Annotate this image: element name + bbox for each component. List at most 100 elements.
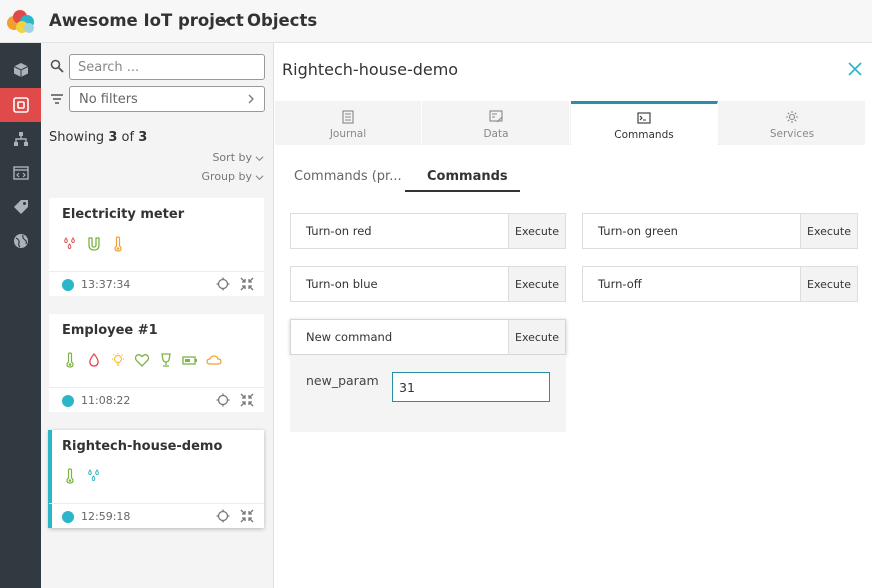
- group-by-label: Group by: [201, 170, 252, 183]
- collapse-icon[interactable]: [240, 509, 254, 523]
- execute-button[interactable]: Execute: [508, 320, 565, 354]
- command-label: Turn-on red: [306, 224, 372, 238]
- globe-icon: [13, 234, 28, 248]
- nav-item-objects[interactable]: [0, 88, 41, 122]
- last-update-time: 12:59:18: [81, 510, 131, 523]
- tab-label: Journal: [329, 128, 367, 140]
- showing-of: of: [121, 130, 135, 145]
- param-label: new_param: [306, 373, 379, 388]
- filter-text: No filters: [79, 92, 138, 107]
- command-label: Turn-off: [598, 277, 642, 291]
- tag-icon: [13, 200, 28, 214]
- filter-select[interactable]: No filters: [69, 86, 265, 112]
- cloud-icon: [206, 355, 222, 365]
- nav-item-code[interactable]: [0, 156, 41, 190]
- nav-item-models[interactable]: [0, 53, 41, 87]
- status-dot: [62, 279, 74, 291]
- app-root: Awesome IoT project Objects Search ... N…: [0, 0, 872, 588]
- sensor-icons: [62, 236, 126, 252]
- chevron-down-icon[interactable]: [219, 14, 231, 26]
- hierarchy-icon: [13, 132, 28, 146]
- object-card-rightech-house-demo[interactable]: Rightech-house-demo 12:59:18: [48, 430, 264, 528]
- execute-button[interactable]: Execute: [800, 267, 857, 301]
- chevron-down-icon: [255, 174, 264, 180]
- tab-label: Services: [769, 128, 815, 140]
- status-dot: [62, 395, 74, 407]
- tab-label: Commands: [614, 129, 674, 141]
- object-list-panel: No filters Showing 3 of 3 Sort by Group …: [41, 43, 274, 588]
- param-input[interactable]: [392, 372, 550, 402]
- left-nav: [0, 43, 41, 588]
- objects-icon: [12, 97, 29, 113]
- card-footer: 11:08:22: [49, 387, 264, 412]
- command-turn-on-green: Turn-on green Execute: [582, 213, 858, 249]
- object-name: Rightech-house-demo: [62, 439, 223, 454]
- heart-icon: [134, 354, 150, 367]
- object-name: Electricity meter: [62, 207, 185, 222]
- tab-commands[interactable]: Commands: [571, 101, 718, 145]
- collapse-icon[interactable]: [240, 393, 254, 407]
- cube-icon: [13, 63, 28, 77]
- search-input[interactable]: [69, 54, 265, 80]
- locate-icon[interactable]: [216, 393, 230, 407]
- code-icon: [12, 166, 29, 180]
- nav-item-geo[interactable]: [0, 224, 41, 258]
- data-icon: [489, 110, 503, 123]
- object-name: Employee #1: [62, 323, 158, 338]
- chevron-down-icon: [255, 155, 264, 161]
- section-title: Objects: [247, 11, 318, 30]
- subtab-commands[interactable]: Commands: [405, 163, 520, 192]
- search-icon: [50, 59, 64, 73]
- locate-icon[interactable]: [216, 277, 230, 291]
- battery-icon: [182, 356, 197, 365]
- showing-number: 3: [108, 130, 118, 145]
- execute-button[interactable]: Execute: [508, 214, 565, 248]
- drop-icon: [89, 352, 99, 367]
- tab-services[interactable]: Services: [719, 101, 866, 145]
- showing-count: Showing 3 of 3: [49, 130, 147, 145]
- thermometer-icon: [66, 352, 74, 368]
- detail-tabs: Journal Data Commands Services: [275, 101, 866, 145]
- filter-icon: [51, 94, 63, 104]
- sensor-icons: [62, 352, 222, 368]
- nav-item-hierarchy[interactable]: [0, 122, 41, 156]
- last-update-time: 13:37:34: [81, 278, 131, 291]
- group-by-dropdown[interactable]: Group by: [202, 170, 264, 183]
- execute-button[interactable]: Execute: [508, 267, 565, 301]
- object-title: Rightech-house-demo: [282, 60, 459, 79]
- object-card-employee-1[interactable]: Employee #1 11:08:22: [49, 314, 264, 412]
- close-icon[interactable]: [848, 62, 862, 76]
- tab-data[interactable]: Data: [423, 101, 570, 145]
- sort-by-dropdown[interactable]: Sort by: [212, 151, 264, 164]
- drops-icon: [64, 237, 75, 249]
- tab-journal[interactable]: Journal: [275, 101, 422, 145]
- logo-icon: [7, 10, 34, 33]
- magnet-icon: [88, 237, 100, 251]
- thermometer-icon: [114, 236, 122, 252]
- card-footer: 12:59:18: [49, 503, 264, 528]
- status-dot: [62, 511, 74, 523]
- top-bar: Awesome IoT project Objects: [0, 0, 872, 43]
- subtab-commands-preset[interactable]: Commands (pr...: [290, 163, 404, 192]
- sort-by-label: Sort by: [212, 151, 252, 164]
- sensor-icons: [62, 468, 102, 484]
- execute-button[interactable]: Execute: [800, 214, 857, 248]
- command-turn-on-red: Turn-on red Execute: [290, 213, 566, 249]
- locate-icon[interactable]: [216, 509, 230, 523]
- collapse-icon[interactable]: [240, 277, 254, 291]
- command-new-command: New command Execute: [290, 319, 566, 355]
- terminal-icon: [637, 112, 651, 124]
- card-footer: 13:37:34: [49, 271, 264, 296]
- command-label: New command: [306, 330, 393, 344]
- tab-label: Data: [483, 128, 509, 140]
- command-turn-off: Turn-off Execute: [582, 266, 858, 302]
- bulb-icon: [112, 353, 124, 366]
- chevron-right-icon: [248, 94, 254, 104]
- object-card-electricity-meter[interactable]: Electricity meter 13:37:34: [49, 198, 264, 296]
- project-name[interactable]: Awesome IoT project: [49, 11, 244, 30]
- command-label: Turn-on blue: [306, 277, 378, 291]
- thermometer-icon: [66, 468, 74, 484]
- last-update-time: 11:08:22: [81, 394, 131, 407]
- command-params: new_param: [290, 355, 566, 432]
- nav-item-tags[interactable]: [0, 190, 41, 224]
